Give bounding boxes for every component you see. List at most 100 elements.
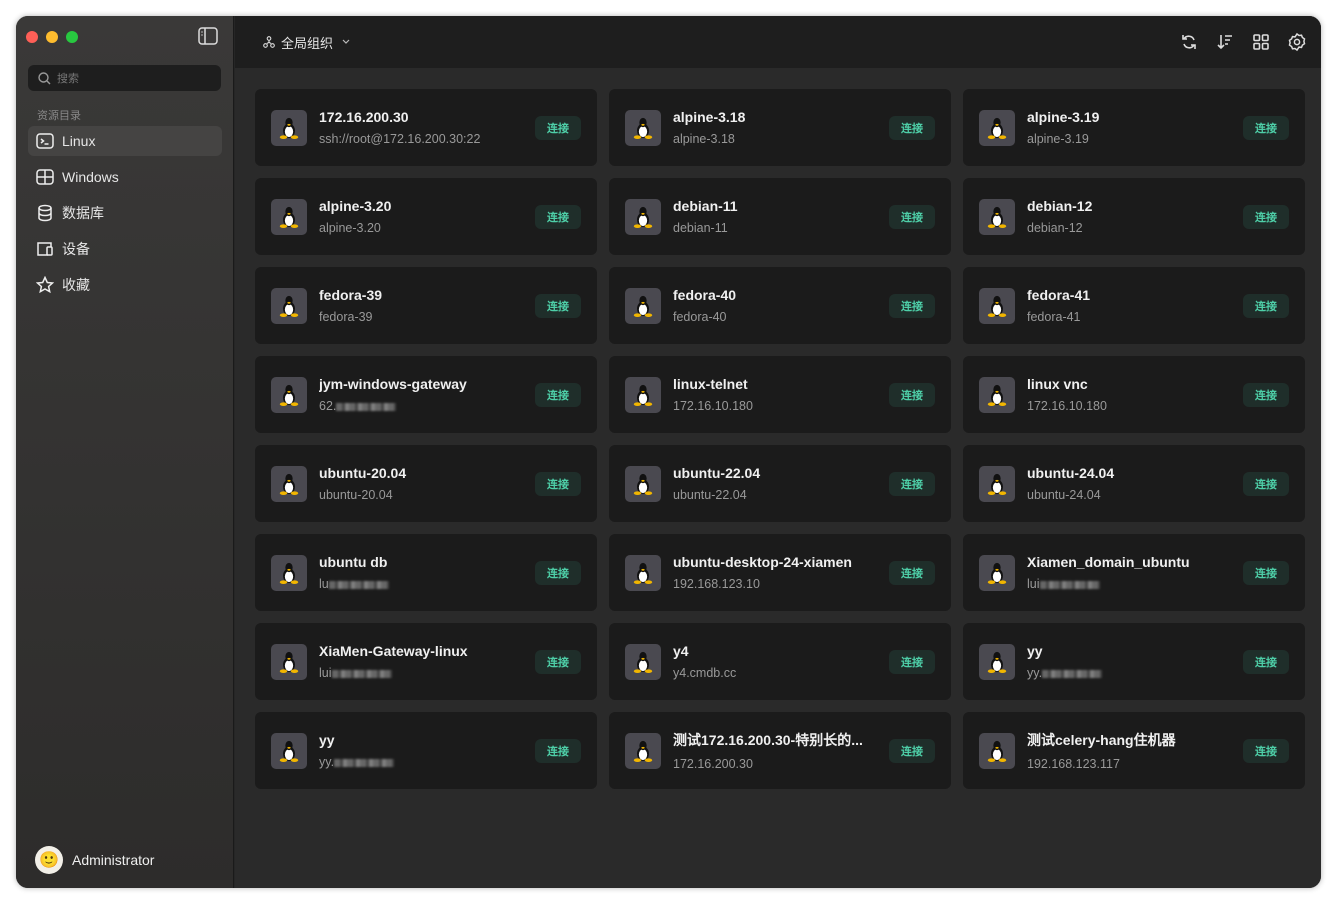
- grid-icon[interactable]: [1251, 32, 1271, 52]
- connect-button[interactable]: 连接: [1243, 204, 1289, 229]
- asset-name: debian-12: [1027, 198, 1093, 214]
- asset-card[interactable]: 测试172.16.200.30-特别长的... 172.16.200.30 连接: [609, 712, 951, 789]
- asset-card[interactable]: ubuntu-desktop-24-xiamen 192.168.123.10 连接: [609, 534, 951, 611]
- connect-button[interactable]: 连接: [1243, 560, 1289, 585]
- asset-card[interactable]: Xiamen_domain_ubuntu lui 连接: [963, 534, 1305, 611]
- asset-card[interactable]: ubuntu db lu 连接: [255, 534, 597, 611]
- asset-name: y4: [673, 643, 689, 659]
- connect-button[interactable]: 连接: [889, 204, 935, 229]
- sidebar-item-database[interactable]: 数据库: [28, 198, 222, 228]
- zoom-window-button[interactable]: [66, 31, 78, 43]
- asset-card[interactable]: debian-12 debian-12 连接: [963, 178, 1305, 255]
- org-name: 全局组织: [281, 35, 334, 51]
- connect-button[interactable]: 连接: [1243, 649, 1289, 674]
- connect-button[interactable]: 连接: [535, 471, 581, 496]
- asset-card[interactable]: fedora-39 fedora-39 连接: [255, 267, 597, 344]
- sidebar-item-linux[interactable]: Linux: [28, 126, 222, 156]
- asset-name: ubuntu-24.04: [1027, 465, 1115, 481]
- redacted-text: [336, 402, 397, 411]
- asset-card[interactable]: linux vnc 172.16.10.180 连接: [963, 356, 1305, 433]
- asset-card[interactable]: 测试celery-hang住机器 192.168.123.117 连接: [963, 712, 1305, 789]
- org-icon: [263, 36, 275, 48]
- linux-penguin-icon: [625, 376, 661, 413]
- linux-penguin-icon: [625, 643, 661, 680]
- asset-card[interactable]: y4 y4.cmdb.cc 连接: [609, 623, 951, 700]
- asset-card[interactable]: fedora-40 fedora-40 连接: [609, 267, 951, 344]
- asset-name: jym-windows-gateway: [319, 376, 467, 392]
- asset-card[interactable]: ubuntu-24.04 ubuntu-24.04 连接: [963, 445, 1305, 522]
- connect-button[interactable]: 连接: [535, 115, 581, 140]
- connect-button[interactable]: 连接: [1243, 738, 1289, 763]
- minimize-window-button[interactable]: [46, 31, 58, 43]
- asset-card[interactable]: 172.16.200.30 ssh://root@172.16.200.30:22…: [255, 89, 597, 166]
- connect-button[interactable]: 连接: [889, 382, 935, 407]
- asset-address: debian-12: [1027, 221, 1235, 235]
- asset-address-text: ubuntu-24.04: [1027, 488, 1101, 502]
- sidebar-item-device[interactable]: 设备: [28, 234, 222, 264]
- user-name: Administrator: [72, 852, 155, 868]
- connect-button[interactable]: 连接: [889, 738, 935, 763]
- asset-card[interactable]: ubuntu-20.04 ubuntu-20.04 连接: [255, 445, 597, 522]
- connect-button[interactable]: 连接: [889, 293, 935, 318]
- sidebar-item-favorites[interactable]: 收藏: [28, 270, 222, 300]
- asset-card[interactable]: jym-windows-gateway 62. 连接: [255, 356, 597, 433]
- asset-name: alpine-3.18: [673, 109, 746, 125]
- search-input[interactable]: 搜索: [28, 65, 221, 91]
- sidebar-toggle-icon[interactable]: [198, 27, 218, 45]
- connect-button[interactable]: 连接: [1243, 471, 1289, 496]
- close-window-button[interactable]: [26, 31, 38, 43]
- asset-card[interactable]: yy yy. 连接: [963, 623, 1305, 700]
- asset-name: linux-telnet: [673, 376, 748, 392]
- asset-address: yy.: [319, 755, 527, 769]
- asset-card[interactable]: ubuntu-22.04 ubuntu-22.04 连接: [609, 445, 951, 522]
- linux-penguin-icon: [979, 732, 1015, 769]
- redacted-text: [331, 669, 392, 678]
- asset-card[interactable]: fedora-41 fedora-41 连接: [963, 267, 1305, 344]
- linux-penguin-icon: [271, 198, 307, 235]
- asset-card[interactable]: XiaMen-Gateway-linux lui 连接: [255, 623, 597, 700]
- linux-penguin-icon: [979, 643, 1015, 680]
- asset-address: ubuntu-20.04: [319, 488, 527, 502]
- connect-button[interactable]: 连接: [535, 560, 581, 585]
- asset-name: alpine-3.19: [1027, 109, 1100, 125]
- connect-button[interactable]: 连接: [889, 649, 935, 674]
- asset-card[interactable]: alpine-3.18 alpine-3.18 连接: [609, 89, 951, 166]
- asset-address-text: debian-11: [673, 221, 728, 235]
- connect-button[interactable]: 连接: [889, 471, 935, 496]
- sidebar-item-label: 数据库: [62, 205, 104, 221]
- linux-penguin-icon: [979, 287, 1015, 324]
- org-selector[interactable]: 全局组织: [263, 33, 353, 52]
- connect-button[interactable]: 连接: [1243, 382, 1289, 407]
- refresh-icon[interactable]: [1179, 32, 1199, 52]
- asset-address: 172.16.200.30: [673, 757, 881, 771]
- connect-button[interactable]: 连接: [1243, 293, 1289, 318]
- asset-card[interactable]: debian-11 debian-11 连接: [609, 178, 951, 255]
- asset-card[interactable]: alpine-3.20 alpine-3.20 连接: [255, 178, 597, 255]
- settings-icon[interactable]: [1287, 32, 1307, 52]
- user-profile[interactable]: 🙂 Administrator: [35, 846, 154, 874]
- section-label: 资源目录: [37, 110, 81, 122]
- asset-address: y4.cmdb.cc: [673, 666, 881, 680]
- redacted-text: [1042, 669, 1103, 678]
- asset-address: 192.168.123.117: [1027, 757, 1235, 771]
- connect-button[interactable]: 连接: [1243, 115, 1289, 140]
- asset-address-text: ubuntu-22.04: [673, 488, 747, 502]
- asset-name: yy: [319, 732, 335, 748]
- asset-address: alpine-3.20: [319, 221, 527, 235]
- connect-button[interactable]: 连接: [535, 204, 581, 229]
- sort-icon[interactable]: [1215, 32, 1235, 52]
- sidebar-item-windows[interactable]: Windows: [28, 162, 222, 192]
- connect-button[interactable]: 连接: [535, 649, 581, 674]
- asset-card[interactable]: alpine-3.19 alpine-3.19 连接: [963, 89, 1305, 166]
- asset-card[interactable]: linux-telnet 172.16.10.180 连接: [609, 356, 951, 433]
- search-placeholder: 搜索: [57, 73, 79, 85]
- connect-button[interactable]: 连接: [535, 738, 581, 763]
- connect-button[interactable]: 连接: [535, 382, 581, 407]
- search-icon: [38, 71, 51, 84]
- connect-button[interactable]: 连接: [889, 115, 935, 140]
- connect-button[interactable]: 连接: [535, 293, 581, 318]
- app-window: 搜索 资源目录 Linux Windows 数据库 设备 收藏 🙂 Admini…: [16, 16, 1321, 888]
- connect-button[interactable]: 连接: [889, 560, 935, 585]
- asset-address: alpine-3.18: [673, 132, 881, 146]
- asset-card[interactable]: yy yy. 连接: [255, 712, 597, 789]
